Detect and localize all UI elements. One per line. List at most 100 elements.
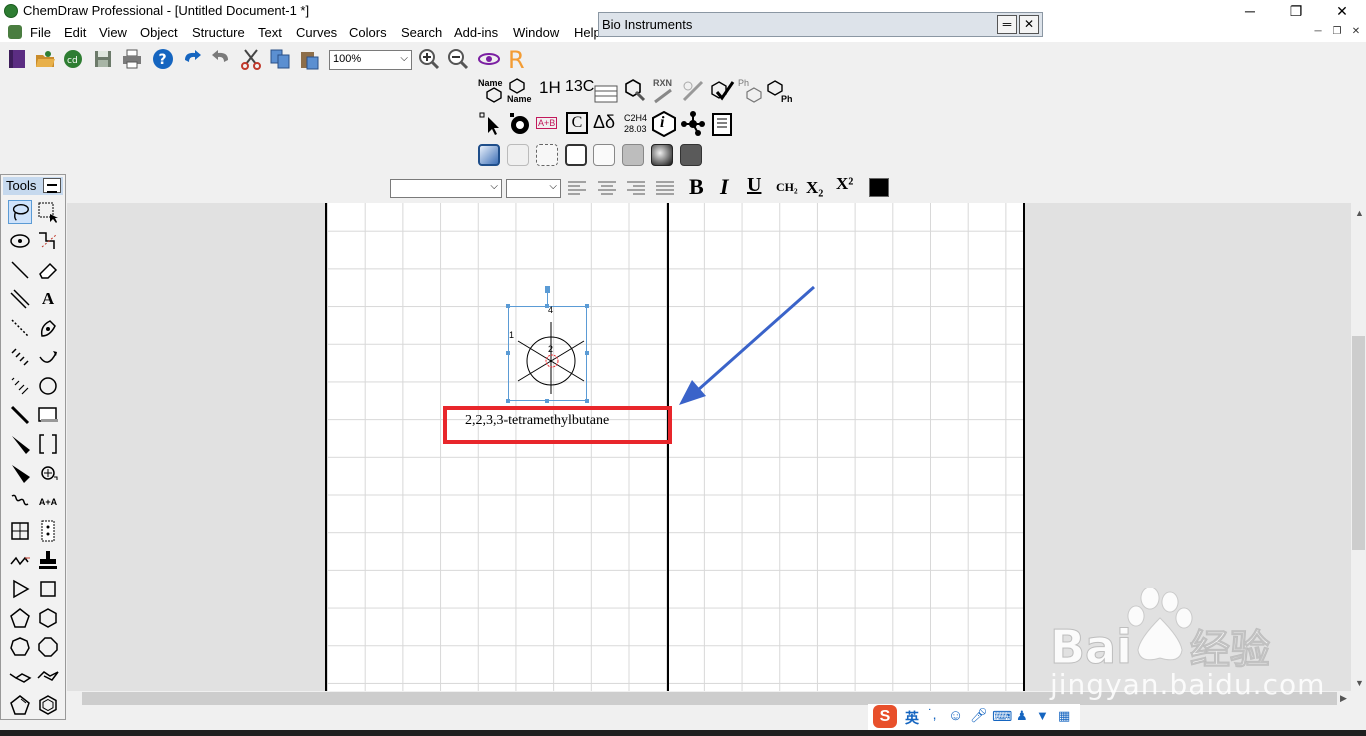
justify-icon[interactable] — [654, 180, 676, 196]
cyclopropane-tool-icon[interactable] — [8, 577, 32, 601]
font-size-select[interactable]: ⌵ — [506, 179, 561, 198]
zoom-out-icon[interactable] — [447, 48, 469, 70]
cyclohexane-tool-icon[interactable] — [36, 606, 60, 630]
voice-input-icon[interactable]: 🎤︎ — [970, 707, 988, 724]
menu-object[interactable]: Object — [140, 25, 178, 40]
wedge-bond-tool-icon[interactable] — [8, 432, 32, 456]
italic-button[interactable]: I — [720, 174, 729, 200]
template-stamp-icon[interactable] — [36, 548, 60, 572]
info-hexagon-icon[interactable]: i — [651, 111, 677, 137]
undo-icon[interactable] — [181, 48, 203, 70]
reaction-clean-icon[interactable] — [680, 78, 706, 104]
help-icon[interactable]: ? — [152, 48, 174, 70]
menu-file[interactable]: File — [30, 25, 51, 40]
drawing-page[interactable] — [325, 203, 1025, 691]
subscript-button[interactable]: X₂ — [806, 178, 823, 198]
chemdraw-app-icon[interactable] — [4, 4, 18, 18]
restore-button[interactable]: ❐ — [1273, 0, 1319, 22]
orbital-tool-icon[interactable] — [36, 374, 60, 398]
underline-button[interactable]: U — [747, 174, 761, 197]
ime-language-toggle[interactable]: 英 — [905, 708, 919, 728]
marquee-tool-icon[interactable] — [36, 200, 60, 224]
punctuation-icon[interactable]: ˙, — [928, 706, 937, 722]
h-nmr-icon[interactable]: 1H — [536, 78, 562, 104]
clean-structure-icon[interactable] — [622, 78, 648, 104]
menu-window[interactable]: Window — [513, 25, 559, 40]
close-button[interactable]: ✕ — [1319, 0, 1365, 22]
document-icon[interactable] — [8, 25, 22, 39]
font-family-select[interactable]: ⌵ — [390, 179, 502, 198]
cyclobutane-tool-icon[interactable] — [36, 577, 60, 601]
acyclic-chain-tool-icon[interactable]: A+A — [36, 490, 60, 514]
open-folder-icon[interactable] — [34, 48, 56, 70]
menu-structure[interactable]: Structure — [192, 25, 245, 40]
hashed-wedge-tool-icon[interactable] — [8, 374, 32, 398]
mdi-close-icon[interactable]: ✕ — [1348, 25, 1364, 39]
redo-icon[interactable] — [210, 48, 232, 70]
menu-search[interactable]: Search — [401, 25, 442, 40]
bio-window-close-icon[interactable]: ✕ — [1019, 15, 1039, 34]
save-icon[interactable] — [92, 48, 114, 70]
align-center-icon[interactable] — [596, 180, 618, 196]
zoom-select[interactable]: 100% ⌵ — [329, 50, 412, 70]
table-icon[interactable] — [593, 80, 619, 106]
lasso-tool-icon[interactable] — [8, 200, 32, 224]
dashed-bond-tool-icon[interactable] — [8, 316, 32, 340]
chemical-symbols-tool-icon[interactable] — [36, 461, 60, 485]
toolbox-icon[interactable]: ▦ — [1058, 708, 1070, 724]
document-script-icon[interactable] — [709, 111, 735, 137]
c-nmr-icon[interactable]: 13C — [565, 78, 594, 104]
drawing-elements-tool-icon[interactable] — [36, 403, 60, 427]
skin-shirt-icon[interactable]: ▼ — [1036, 708, 1049, 723]
superscript-button[interactable]: X² — [836, 174, 853, 194]
menu-curves[interactable]: Curves — [296, 25, 337, 40]
newman-projection-structure[interactable] — [508, 306, 588, 402]
align-left-icon[interactable] — [566, 180, 588, 196]
cycloheptane-tool-icon[interactable] — [8, 635, 32, 659]
minimize-button[interactable]: ─ — [1227, 0, 1273, 22]
check-structure-icon[interactable] — [709, 78, 735, 104]
expand-label-icon[interactable]: Ph — [738, 78, 764, 104]
print-icon[interactable] — [121, 48, 143, 70]
style-swatch-shaded[interactable] — [651, 144, 673, 166]
text-color-swatch[interactable] — [869, 178, 889, 197]
scroll-right-icon[interactable]: ▶ — [1340, 693, 1347, 704]
structure-perspective-icon[interactable] — [8, 229, 32, 253]
cut-icon[interactable] — [240, 48, 262, 70]
compound-name-label[interactable]: 2,2,3,3-tetramethylbutane — [465, 413, 609, 429]
align-right-icon[interactable] — [625, 180, 647, 196]
molecule-model-icon[interactable] — [680, 111, 706, 137]
sogou-ime-icon[interactable]: S — [873, 705, 897, 728]
scroll-up-icon[interactable]: ▲ — [1355, 208, 1364, 218]
new-document-icon[interactable] — [6, 48, 28, 70]
eraser-tool-icon[interactable] — [36, 258, 60, 282]
menu-view[interactable]: View — [99, 25, 127, 40]
style-swatch-flat[interactable] — [507, 144, 529, 166]
keyboard-icon[interactable]: ⌨ — [992, 708, 1012, 725]
wavy-bond-tool-icon[interactable] — [8, 490, 32, 514]
chain-tool-icon[interactable] — [8, 548, 32, 572]
tools-palette-menu-icon[interactable] — [43, 178, 61, 193]
tlc-tool-icon[interactable] — [36, 519, 60, 543]
menu-colors[interactable]: Colors — [349, 25, 387, 40]
hollow-wedge-tool-icon[interactable] — [8, 461, 32, 485]
text-tool-icon[interactable]: A — [36, 287, 60, 311]
hashed-bond-tool-icon[interactable] — [8, 345, 32, 369]
user-icon[interactable]: ♟ — [1016, 708, 1028, 724]
bold-bond-tool-icon[interactable] — [8, 403, 32, 427]
menu-add-ins[interactable]: Add-ins — [454, 25, 498, 40]
paste-icon[interactable] — [298, 48, 320, 70]
formula-style-button[interactable]: CH₂ — [776, 180, 798, 195]
style-swatch-light[interactable] — [593, 144, 615, 166]
arrow-tool-icon[interactable] — [36, 345, 60, 369]
a-plus-b-icon[interactable]: A+B — [536, 111, 562, 137]
style-swatch-gradient-blue[interactable] — [478, 144, 500, 166]
brackets-tool-icon[interactable] — [36, 432, 60, 456]
menu-help[interactable]: Help — [574, 25, 601, 40]
menu-text[interactable]: Text — [258, 25, 282, 40]
style-swatch-dark[interactable] — [680, 144, 702, 166]
double-bond-tool-icon[interactable] — [8, 287, 32, 311]
reaction-icon[interactable]: RXN — [651, 78, 677, 104]
open-template-icon[interactable]: cd — [62, 48, 84, 70]
formula-mass-icon[interactable]: C2H4 28.03 — [622, 111, 648, 137]
